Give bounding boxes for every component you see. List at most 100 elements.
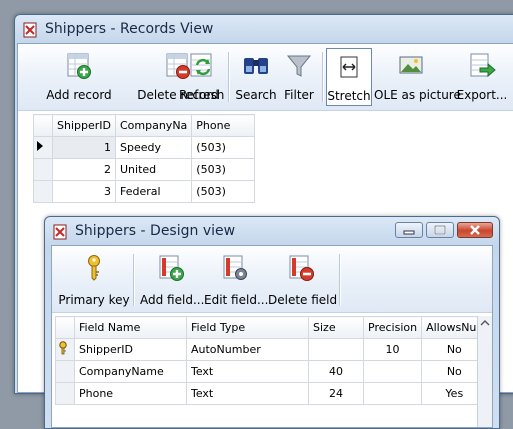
picture-icon [399, 56, 423, 74]
table-row[interactable]: CompanyName Text 40 No [55, 360, 488, 383]
records-grid[interactable]: ShipperID CompanyNa Phone 1 Speedy (503)… [33, 114, 256, 203]
cell-phone[interactable]: (503) [191, 180, 256, 203]
delete-field-icon [289, 255, 314, 281]
edit-field-button[interactable]: Edit field... [204, 248, 269, 310]
row-header[interactable] [55, 382, 75, 405]
row-header[interactable] [55, 338, 75, 361]
toolbar-separator [339, 254, 341, 306]
filter-icon [286, 55, 312, 77]
ole-as-picture-label: OLE as picture [374, 88, 461, 102]
filter-button[interactable]: Filter [278, 46, 320, 106]
primary-key-button[interactable]: Primary key [56, 248, 132, 310]
column-header[interactable]: Precision [362, 316, 423, 339]
scroll-up-icon[interactable] [478, 316, 492, 330]
table-row[interactable]: 3 Federal (503) [33, 180, 256, 203]
table-row[interactable]: Phone Text 24 Yes [55, 382, 488, 405]
cell-company[interactable]: United [114, 158, 193, 181]
design-toolbar: Primary key Add field... Edit field... D… [52, 246, 492, 313]
primary-key-icon [59, 341, 67, 355]
cell-company[interactable]: Federal [114, 180, 193, 203]
row-header-corner [55, 316, 75, 339]
column-header[interactable]: ShipperID [52, 114, 116, 137]
column-header[interactable]: CompanyNa [114, 114, 193, 137]
row-header[interactable] [33, 158, 53, 181]
search-icon [244, 58, 268, 74]
search-button[interactable]: Search [232, 46, 280, 106]
add-field-button[interactable]: Add field... [140, 248, 205, 310]
table-app-icon [23, 22, 37, 38]
cell-shipper-id[interactable]: 3 [52, 180, 116, 203]
add-record-button[interactable]: Add record [32, 46, 126, 106]
table-row[interactable]: 1 Speedy (503) [33, 136, 256, 159]
export-label: Export... [456, 88, 508, 102]
search-label: Search [235, 88, 277, 102]
design-window-title: Shippers - Design view [75, 223, 236, 239]
table-row[interactable]: 2 United (503) [33, 158, 256, 181]
fields-grid-header: Field Name Field Type Size Precision All… [55, 316, 488, 339]
toolbar-separator [322, 52, 324, 102]
refresh-label: Refresh [179, 88, 225, 102]
add-field-icon [159, 255, 184, 281]
minimize-button[interactable] [395, 222, 423, 238]
table-row[interactable]: ShipperID AutoNumber 10 No [55, 338, 488, 361]
records-titlebar[interactable]: Shippers - Records View [15, 15, 513, 43]
toolbar-separator [228, 52, 230, 102]
cell-size[interactable] [308, 338, 364, 361]
cell-shipper-id[interactable]: 1 [52, 136, 116, 159]
records-window-title: Shippers - Records View [45, 21, 214, 37]
cell-field-type[interactable]: Text [186, 360, 309, 383]
key-icon [88, 255, 100, 281]
row-header[interactable] [55, 360, 75, 383]
stretch-label: Stretch [327, 89, 371, 103]
cell-field-type[interactable]: Text [186, 382, 309, 405]
cell-shipper-id[interactable]: 2 [52, 158, 116, 181]
add-record-icon [67, 53, 91, 79]
cell-field-name[interactable]: ShipperID [74, 338, 187, 361]
cell-company[interactable]: Speedy [114, 136, 193, 159]
cell-phone[interactable]: (503) [191, 136, 256, 159]
row-pointer-icon [37, 141, 43, 151]
row-header[interactable] [33, 180, 53, 203]
cell-precision[interactable] [362, 382, 423, 405]
table-app-icon [53, 224, 67, 240]
stretch-button[interactable]: Stretch [326, 48, 372, 106]
add-record-label: Add record [46, 88, 112, 102]
edit-field-label: Edit field... [204, 293, 269, 307]
close-button[interactable] [457, 222, 493, 238]
column-header[interactable]: Size [308, 316, 364, 339]
toolbar-separator [133, 254, 135, 306]
delete-field-button[interactable]: Delete field [268, 248, 338, 310]
export-button[interactable]: Export... [454, 46, 510, 106]
cell-size[interactable]: 40 [308, 360, 364, 383]
delete-field-label: Delete field [268, 293, 338, 307]
export-icon [470, 53, 496, 78]
cell-precision[interactable]: 10 [362, 338, 423, 361]
cell-size[interactable]: 24 [308, 382, 364, 405]
maximize-button[interactable] [426, 222, 454, 238]
refresh-button[interactable]: Refresh [179, 46, 224, 106]
ole-as-picture-button[interactable]: OLE as picture [374, 46, 461, 106]
column-header[interactable]: Field Name [74, 316, 187, 339]
add-field-label: Add field... [140, 293, 205, 307]
cell-field-name[interactable]: Phone [74, 382, 187, 405]
current-row-indicator [33, 136, 53, 159]
close-icon [470, 225, 480, 235]
design-titlebar[interactable]: Shippers - Design view [45, 217, 499, 245]
cell-phone[interactable]: (503) [191, 158, 256, 181]
row-header-corner [33, 114, 53, 137]
design-window: Shippers - Design view Primary key Add f… [44, 216, 500, 429]
records-toolbar: Add record Delete record Refresh Search … [18, 44, 513, 111]
records-grid-header: ShipperID CompanyNa Phone [33, 114, 256, 137]
filter-label: Filter [284, 88, 314, 102]
primary-key-label: Primary key [58, 293, 130, 307]
maximize-icon [434, 225, 446, 235]
vertical-scrollbar[interactable] [477, 316, 492, 427]
cell-field-type[interactable]: AutoNumber [186, 338, 309, 361]
cell-precision[interactable] [362, 360, 423, 383]
edit-field-icon [223, 255, 247, 280]
fields-grid[interactable]: Field Name Field Type Size Precision All… [55, 316, 488, 405]
refresh-icon [190, 53, 211, 77]
column-header[interactable]: Phone [191, 114, 256, 137]
column-header[interactable]: Field Type [186, 316, 309, 339]
cell-field-name[interactable]: CompanyName [74, 360, 187, 383]
